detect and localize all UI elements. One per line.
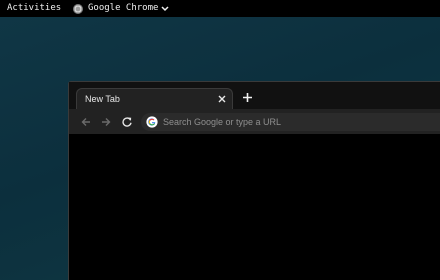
- chrome-icon: [73, 3, 83, 14]
- new-tab-plus-icon[interactable]: [242, 92, 253, 103]
- app-menu[interactable]: Google Chrome: [73, 2, 169, 15]
- top-bar: Activities Google Chrome: [0, 0, 440, 17]
- tab-strip: New Tab: [69, 82, 440, 110]
- close-icon[interactable]: [217, 94, 227, 104]
- omnibox[interactable]: [141, 113, 440, 131]
- activities-button[interactable]: Activities: [7, 3, 61, 13]
- arrow-right-icon[interactable]: [100, 116, 112, 128]
- reload-icon[interactable]: [121, 116, 133, 128]
- omnibox-input[interactable]: [163, 113, 440, 131]
- chevron-down-icon: [161, 5, 169, 11]
- page-content[interactable]: [69, 134, 440, 280]
- toolbar: [69, 109, 440, 134]
- google-g-icon: [146, 116, 158, 128]
- arrow-left-icon[interactable]: [80, 116, 92, 128]
- tab-new-tab[interactable]: New Tab: [76, 88, 233, 110]
- tab-title: New Tab: [85, 94, 120, 104]
- app-menu-label: Google Chrome: [88, 3, 159, 13]
- chrome-window: New Tab: [68, 81, 440, 280]
